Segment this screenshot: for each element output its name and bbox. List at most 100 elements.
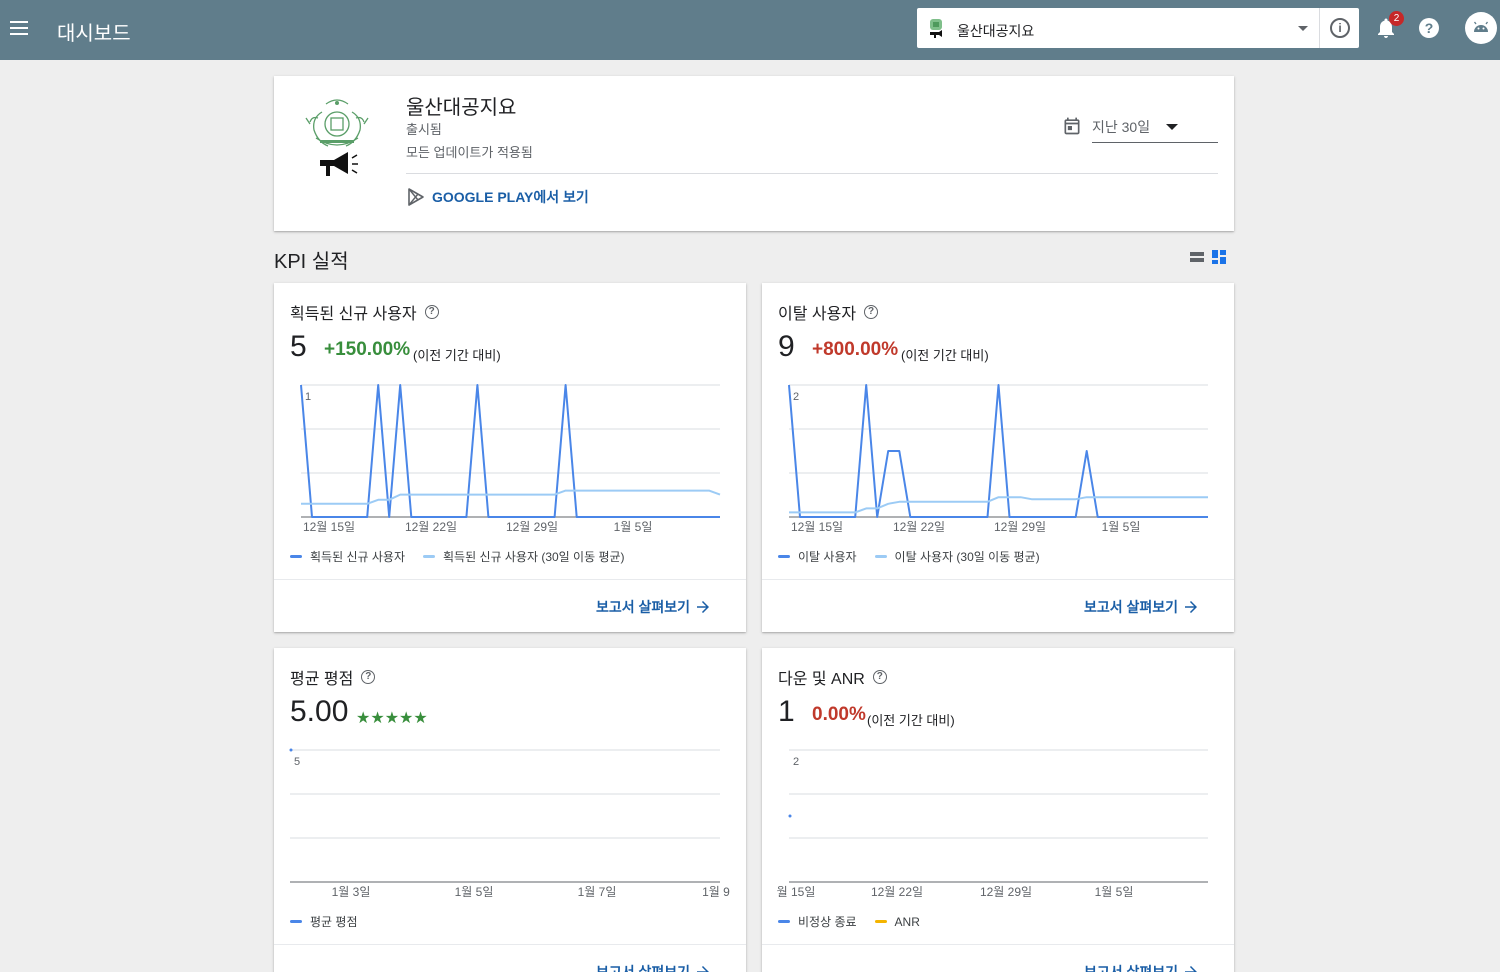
x-axis-tick-label: 12월 29일	[506, 520, 558, 534]
app-thumbnail-icon	[930, 19, 942, 38]
play-store-icon	[408, 188, 424, 206]
kpi-delta: +800.00%	[812, 339, 899, 360]
legend-swatch	[778, 920, 790, 923]
series-line	[300, 384, 720, 518]
list-view-icon[interactable]	[1190, 250, 1204, 264]
x-axis-tick-label: 12월 22일	[405, 520, 457, 534]
date-range-picker[interactable]: 지난 30일	[1064, 114, 1218, 143]
menu-icon[interactable]	[8, 16, 32, 40]
legend-swatch	[874, 555, 887, 558]
x-axis-tick-label: 12월 15일	[303, 520, 355, 534]
divider	[762, 579, 1234, 580]
kpi-title-label: 획득된 신규 사용자	[290, 306, 417, 323]
notification-badge: 2	[1389, 11, 1404, 26]
kpi-chart: 2 월 15일 12월 22일 12월 29일 1월 5일	[777, 749, 1208, 899]
y-axis-tick-label: 2	[793, 756, 799, 768]
chevron-down-icon[interactable]	[1298, 26, 1308, 31]
x-axis-tick-label: 1월 7일	[578, 885, 617, 899]
kpi-title-label: 다운 및 ANR	[778, 671, 865, 688]
kpi-comparison: (이전 기간 대비)	[867, 713, 955, 728]
app-summary-card: 울산대공지요 출시됨 모든 업데이트가 적용됨 GOOGLE PLAY에서 보기…	[274, 76, 1234, 231]
explore-report-label: 보고서 살펴보기	[595, 964, 690, 972]
explore-report-link[interactable]: 보고서 살펴보기	[1084, 597, 1200, 617]
grid-view-icon[interactable]	[1212, 250, 1226, 264]
legend-swatch	[874, 920, 887, 923]
info-icon[interactable]: i	[1330, 18, 1350, 38]
explore-report-link[interactable]: 보고서 살펴보기	[596, 962, 712, 972]
arrow-right-icon	[697, 966, 709, 972]
kpi-title: 평균 평점 ?	[290, 665, 376, 689]
legend-label: 획득된 신규 사용자 (30일 이동 평균)	[443, 550, 625, 564]
x-axis-tick-label: 12월 29일	[980, 885, 1032, 899]
app-update-status: 모든 업데이트가 적용됨	[406, 145, 533, 160]
view-on-google-play-label: GOOGLE PLAY에서 보기	[432, 189, 589, 205]
kpi-chart: 5 1월 3일 1월 5일 1월 7일 1월 9	[289, 748, 730, 899]
chart-legend: 비정상 종료 ANR	[778, 913, 938, 930]
kpi-delta: 0.00%	[812, 704, 866, 725]
kpi-value: 5.00	[290, 695, 349, 728]
android-icon	[1473, 21, 1489, 32]
arrow-right-icon	[1185, 601, 1197, 613]
legend-label: ANR	[894, 914, 920, 929]
x-axis-tick-label: 12월 29일	[994, 520, 1046, 534]
calendar-icon	[1064, 117, 1080, 135]
legend-label: 획득된 신규 사용자	[310, 550, 405, 564]
explore-report-label: 보고서 살펴보기	[1083, 599, 1178, 615]
legend-item: 이탈 사용자 (30일 이동 평균)	[874, 548, 1040, 565]
help-circle-icon[interactable]: ?	[872, 670, 887, 684]
y-axis-tick-label: 1	[305, 391, 311, 403]
help-circle-icon[interactable]: ?	[864, 305, 879, 319]
kpi-value: 5	[290, 330, 307, 363]
series-line	[301, 489, 721, 505]
data-point	[289, 748, 293, 752]
kpi-title: 이탈 사용자 ?	[778, 300, 879, 324]
legend-item: 비정상 종료	[778, 913, 857, 930]
legend-item: 획득된 신규 사용자 (30일 이동 평균)	[423, 548, 625, 565]
kpi-title-label: 이탈 사용자	[778, 306, 857, 323]
legend-item: 획득된 신규 사용자	[290, 548, 405, 565]
explore-report-link[interactable]: 보고서 살펴보기	[1084, 962, 1200, 972]
x-axis-tick-label: 1월 5일	[1102, 520, 1141, 534]
y-axis-tick-label: 2	[793, 391, 799, 403]
chevron-down-icon[interactable]	[1166, 124, 1178, 130]
kpi-comparison: (이전 기간 대비)	[413, 348, 501, 363]
avatar[interactable]	[1465, 12, 1497, 44]
legend-label: 이탈 사용자 (30일 이동 평균)	[894, 550, 1040, 564]
app-logo-icon	[305, 99, 369, 176]
divider	[274, 944, 746, 945]
kpi-value: 9	[778, 330, 795, 363]
app-status: 출시됨	[406, 122, 442, 137]
kpi-card-average-rating: 평균 평점 ? 5.00 ★★★★★ 5 1월 3일 1월 5일 1월 7일 1월 9 …	[274, 648, 746, 972]
legend-label: 평균 평점	[310, 915, 358, 929]
help-circle-icon[interactable]: ?	[361, 670, 376, 684]
kpi-title-label: 평균 평점	[290, 671, 354, 688]
explore-report-label: 보고서 살펴보기	[1083, 964, 1178, 972]
divider	[1319, 8, 1320, 48]
series-line	[789, 496, 1208, 514]
legend-swatch	[423, 555, 435, 558]
view-on-google-play-link[interactable]: GOOGLE PLAY에서 보기	[406, 187, 589, 207]
kpi-card-new-users: 획득된 신규 사용자 ? 5 +150.00% (이전 기간 대비) 1 12월 …	[274, 283, 746, 632]
divider	[762, 944, 1234, 945]
chart-legend: 획득된 신규 사용자 획득된 신규 사용자 (30일 이동 평균)	[290, 548, 643, 565]
kpi-card-churned-users: 이탈 사용자 ? 9 +800.00% (이전 기간 대비) 2 12월 15일 1…	[762, 283, 1234, 632]
arrow-right-icon	[697, 601, 709, 613]
kpi-comparison: (이전 기간 대비)	[901, 348, 989, 363]
kpi-value: 1	[778, 695, 795, 728]
explore-report-label: 보고서 살펴보기	[595, 599, 690, 615]
x-axis-tick-label: 1월 5일	[614, 520, 653, 534]
kpi-delta: +150.00%	[324, 339, 411, 360]
explore-report-link[interactable]: 보고서 살펴보기	[596, 597, 712, 617]
app-selector[interactable]: 울산대공지요 i	[917, 8, 1359, 48]
kpi-chart: 1 12월 15일 12월 22일 12월 29일 1월 5일	[300, 384, 721, 534]
x-axis-tick-label: 12월 15일	[791, 520, 843, 534]
x-axis-tick-label: 12월 22일	[871, 885, 923, 899]
kpi-title: 획득된 신규 사용자 ?	[290, 300, 439, 324]
help-icon[interactable]: ?	[1419, 18, 1439, 38]
legend-swatch	[778, 555, 790, 558]
section-title: KPI 실적	[274, 251, 349, 273]
legend-swatch	[290, 920, 302, 923]
legend-label: 비정상 종료	[798, 915, 857, 929]
help-circle-icon[interactable]: ?	[424, 305, 439, 319]
divider	[274, 579, 746, 580]
